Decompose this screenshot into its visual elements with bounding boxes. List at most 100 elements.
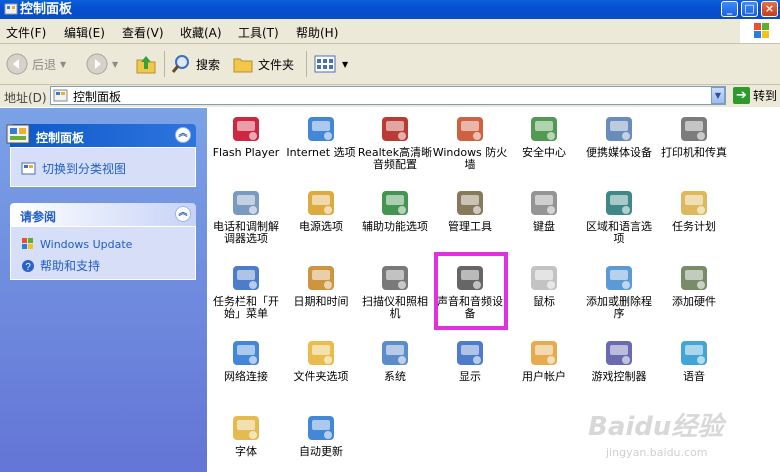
windows-update-label: Windows Update	[40, 237, 133, 251]
game-controller-icon	[606, 341, 632, 365]
speech-icon	[681, 341, 707, 365]
up-button[interactable]	[134, 52, 158, 76]
control-panel-item[interactable]: 任务计划	[656, 186, 732, 233]
control-panel-item[interactable]: 添加或删除程序	[581, 261, 657, 320]
collapse-chevron-icon[interactable]: ︽	[175, 127, 191, 143]
search-button[interactable]: 搜索	[170, 52, 220, 76]
control-panel-item[interactable]: 用户帐户	[506, 336, 582, 383]
forward-button[interactable]: ▼	[86, 52, 118, 76]
control-panel-item[interactable]: 键盘	[506, 186, 582, 233]
menu-edit[interactable]: 编辑(E)	[64, 24, 105, 41]
switch-category-view-link[interactable]: 切换到分类视图	[21, 160, 126, 177]
keyboard-icon	[531, 191, 557, 215]
printer-icon	[681, 117, 707, 141]
item-label: 任务栏和「开始」菜单	[213, 295, 279, 320]
address-label: 地址(D)	[4, 91, 47, 105]
item-label: 日期和时间	[293, 295, 349, 308]
control-panel-item[interactable]: Internet 选项	[283, 112, 359, 159]
control-panel-item[interactable]: 安全中心	[506, 112, 582, 159]
control-panel-icon	[53, 89, 68, 102]
menu-help[interactable]: 帮助(H)	[296, 24, 338, 41]
item-label: 便携媒体设备	[586, 146, 652, 159]
user-accounts-icon	[531, 341, 557, 365]
control-panel-item[interactable]: 日期和时间	[283, 261, 359, 308]
control-panel-item[interactable]: 系统	[357, 336, 433, 383]
region-language-icon	[606, 191, 632, 215]
folders-button[interactable]: 文件夹	[232, 52, 294, 76]
back-dropdown-icon[interactable]: ▼	[60, 60, 66, 69]
menu-file[interactable]: 文件(F)	[6, 24, 46, 41]
windows-logo	[740, 19, 780, 43]
control-panel-item[interactable]: 管理工具	[432, 186, 508, 233]
control-panel-item[interactable]: 字体	[208, 411, 284, 458]
control-panel-item[interactable]: Flash Player	[208, 112, 284, 159]
close-button[interactable]: ×	[761, 1, 778, 17]
item-label: 打印机和传真	[661, 146, 727, 159]
baidu-watermark: Baidu经验 jingyan.baidu.com	[588, 406, 758, 466]
menu-favorites[interactable]: 收藏(A)	[180, 24, 222, 41]
accessibility-icon	[382, 191, 408, 215]
control-panel-item[interactable]: 电源选项	[283, 186, 359, 233]
address-input[interactable]: 控制面板	[50, 86, 726, 105]
item-label: 安全中心	[522, 146, 566, 159]
control-panel-item[interactable]: 添加硬件	[656, 261, 732, 308]
item-label: 键盘	[533, 220, 555, 233]
folder-up-icon	[136, 56, 156, 74]
control-panel-item[interactable]: 辅助功能选项	[357, 186, 433, 233]
control-panel-item[interactable]: Realtek高清晰音频配置	[357, 112, 433, 171]
admin-tools-icon	[457, 191, 483, 215]
control-panel-item[interactable]: 鼠标	[506, 261, 582, 308]
item-label: 电话和调制解调器选项	[213, 220, 279, 245]
panel-title: 控制面板	[36, 131, 85, 145]
control-panel-item[interactable]: Windows 防火墙	[432, 112, 508, 171]
back-button[interactable]: 后退 ▼	[6, 52, 66, 76]
folder-options-icon	[308, 341, 334, 365]
control-panel-item[interactable]: 便携媒体设备	[581, 112, 657, 159]
control-panel-item[interactable]: 文件夹选项	[283, 336, 359, 383]
internet-options-icon	[308, 117, 334, 141]
help-support-link[interactable]: ? 帮助和支持	[21, 257, 100, 274]
control-panel-item[interactable]: 游戏控制器	[581, 336, 657, 383]
item-label: 网络连接	[224, 370, 268, 383]
display-icon	[457, 341, 483, 365]
control-panel-item[interactable]: 电话和调制解调器选项	[208, 186, 284, 245]
go-button[interactable]: ➔ 转到	[733, 87, 777, 104]
forward-dropdown-icon[interactable]: ▼	[112, 60, 118, 69]
address-dropdown-button[interactable]: ▼	[711, 87, 725, 104]
views-dropdown-icon[interactable]: ▼	[342, 60, 348, 69]
toolbar-separator	[306, 51, 307, 77]
item-label: Internet 选项	[286, 146, 356, 159]
windows-update-link[interactable]: Windows Update	[21, 237, 132, 251]
address-value: 控制面板	[73, 90, 122, 104]
item-label: 字体	[235, 445, 257, 458]
switch-view-label: 切换到分类视图	[42, 162, 127, 176]
views-icon	[314, 55, 336, 73]
control-panel-item[interactable]: 打印机和传真	[656, 112, 732, 159]
minimize-button[interactable]: _	[721, 1, 738, 17]
item-label: 鼠标	[533, 295, 555, 308]
item-label: 自动更新	[299, 445, 343, 458]
control-panel-item[interactable]: 网络连接	[208, 336, 284, 383]
see-also-panel-body: Windows Update ? 帮助和支持	[10, 226, 196, 280]
menu-tools[interactable]: 工具(T)	[238, 24, 279, 41]
collapse-chevron-icon[interactable]: ︽	[175, 206, 191, 222]
control-panel-item[interactable]: 显示	[432, 336, 508, 383]
control-panel-icon	[4, 3, 18, 15]
portable-media-icon	[606, 117, 632, 141]
maximize-button[interactable]: □	[741, 1, 758, 17]
mouse-icon	[531, 266, 557, 290]
item-label: 显示	[459, 370, 481, 383]
menu-view[interactable]: 查看(V)	[122, 24, 164, 41]
folders-label: 文件夹	[258, 57, 295, 72]
views-button[interactable]: ▼	[314, 52, 348, 76]
control-panel-panel-body: 切换到分类视图	[10, 147, 196, 187]
see-also-panel-header[interactable]: 请参阅 ︽	[10, 203, 196, 226]
control-panel-item[interactable]: 任务栏和「开始」菜单	[208, 261, 284, 320]
folders-icon	[233, 58, 253, 73]
control-panel-item[interactable]: 语音	[656, 336, 732, 383]
control-panel-item[interactable]: 区域和语言选项	[581, 186, 657, 245]
control-panel-item[interactable]: 自动更新	[283, 411, 359, 458]
address-bar: 地址(D) 控制面板 ▼ ➔ 转到	[0, 85, 780, 107]
control-panel-panel-header[interactable]: 控制面板 ︽	[6, 124, 196, 147]
control-panel-item[interactable]: 扫描仪和照相机	[357, 261, 433, 320]
